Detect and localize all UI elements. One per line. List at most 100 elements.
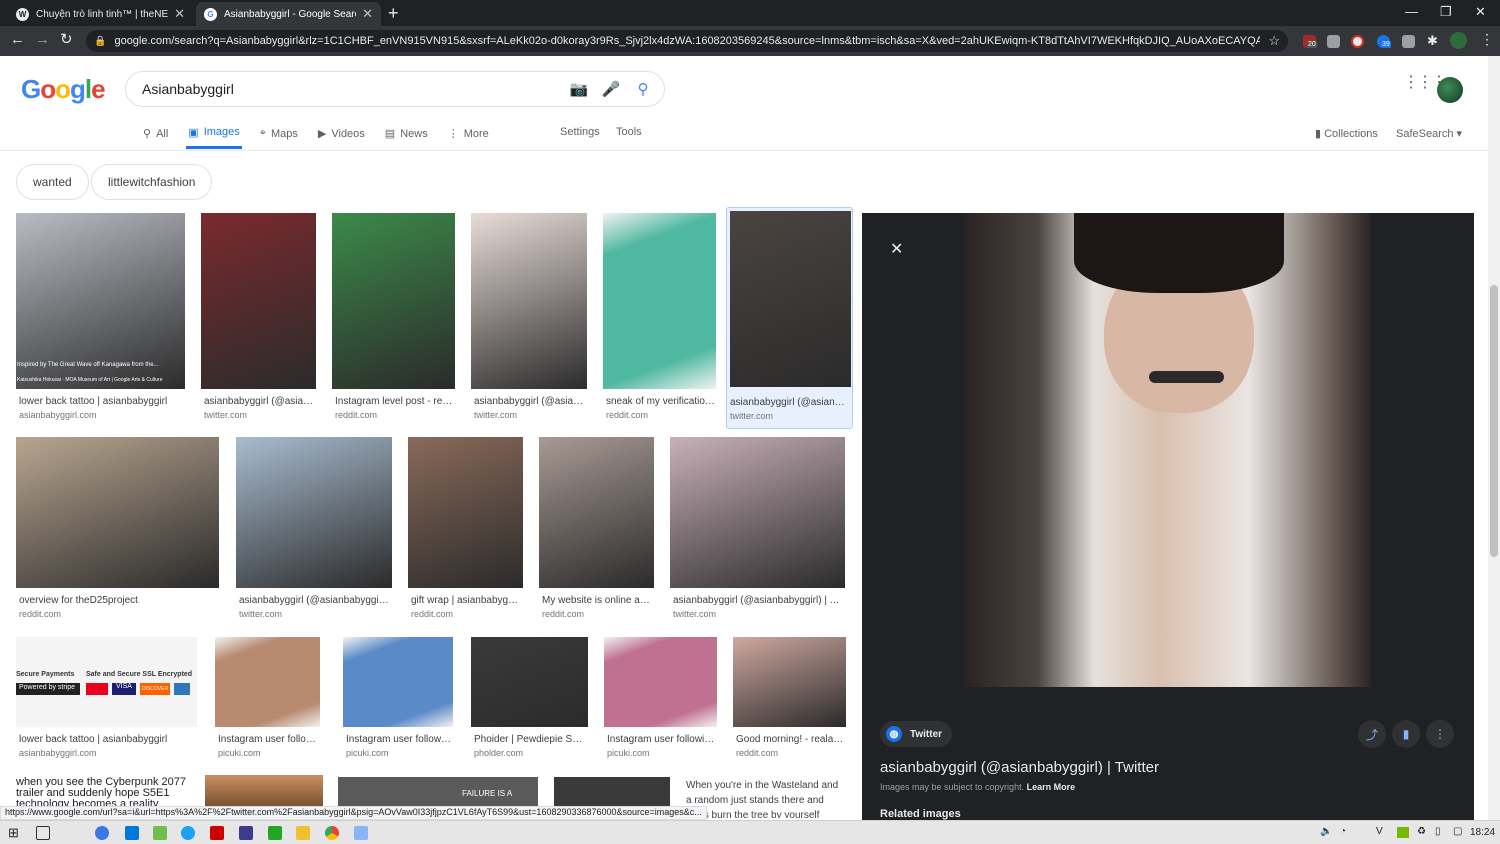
profile-avatar[interactable] [1450, 32, 1467, 49]
new-tab-button[interactable]: + [388, 3, 399, 24]
browser-tab-thenextvoz[interactable]: W Chuyện trò linh tinh™ | theNEXTv… ✕ [8, 2, 193, 26]
image-result-card[interactable]: Inspired by The Great Wave off Kanagawa … [16, 213, 185, 429]
result-title[interactable]: Instagram user followi… [218, 734, 319, 745]
windows-start-icon[interactable]: ⊞ [8, 825, 19, 841]
task-view-icon[interactable] [36, 826, 50, 840]
result-thumbnail[interactable] [408, 437, 523, 588]
file-explorer-icon[interactable] [296, 826, 310, 840]
tab-videos[interactable]: ▶ Videos [316, 118, 367, 149]
result-title[interactable]: My website is online an… [542, 595, 653, 606]
more-options-icon[interactable]: ⋮ [1426, 720, 1454, 748]
image-result-card[interactable]: asianbabyggirl (@asianbabyggirl) | Tw… tw… [670, 437, 845, 628]
result-thumbnail[interactable] [733, 637, 846, 727]
forward-arrow-icon[interactable]: → [35, 32, 50, 48]
result-title[interactable]: asianbabyggirl (@asian… [204, 396, 315, 407]
search-input[interactable]: Asianbabyggirl 📷 🎤 ⚲ [125, 71, 665, 107]
result-thumbnail[interactable] [236, 437, 392, 588]
result-title[interactable]: Instagram user followi… [607, 734, 716, 745]
app-icon[interactable] [181, 826, 195, 840]
app-icon[interactable] [153, 826, 167, 840]
tab-more[interactable]: ⋮ More [446, 118, 491, 149]
preview-title[interactable]: asianbabyggirl (@asianbabyggirl) | Twitt… [880, 759, 1159, 776]
app-icon[interactable] [354, 826, 368, 840]
camera-icon[interactable]: 📷 [568, 80, 590, 98]
image-result-card[interactable]: Phoider | Pewdiepie Sub… pholder.com [471, 637, 588, 767]
browser-tab-google-search[interactable]: G Asianbabyggirl - Google Search ✕ [196, 2, 381, 26]
result-thumbnail[interactable] [215, 637, 320, 727]
result-title[interactable]: gift wrap | asianbabygg… [411, 595, 522, 606]
result-thumbnail[interactable] [471, 637, 588, 727]
result-title[interactable]: lower back tattoo | asianbabyggirl [19, 396, 184, 407]
result-thumbnail[interactable] [670, 437, 845, 588]
wasteland-text-thumbnail[interactable]: When you're in the Wasteland and a rando… [686, 778, 846, 818]
site-chip[interactable]: ◍ Twitter [880, 721, 953, 747]
settings-link[interactable]: Settings [560, 126, 600, 138]
result-title[interactable]: lower back tattoo | asianbabyggirl [19, 734, 196, 745]
tray-icon[interactable]: ♻ [1417, 826, 1426, 837]
result-thumbnail[interactable]: Secure Payments Safe and Secure SSL Encry… [16, 637, 197, 727]
tab-maps[interactable]: ⌖ Maps [258, 118, 300, 149]
meme-text-thumbnail[interactable]: when you see the Cyberpunk 2077 trailer … [16, 777, 196, 807]
nvidia-icon[interactable] [1397, 827, 1409, 838]
vscode-icon[interactable] [125, 826, 139, 840]
chrome-icon[interactable] [325, 826, 339, 840]
share-icon[interactable]: ⤴ [1358, 720, 1386, 748]
result-title[interactable]: Phoider | Pewdiepie Sub… [474, 734, 587, 745]
image-result-card[interactable]: asianbabyggirl (@asian… twitter.com [471, 213, 587, 429]
result-thumbnail[interactable] [730, 211, 851, 387]
volume-icon[interactable]: 🔈 [1320, 826, 1332, 837]
close-tab-icon[interactable]: ✕ [174, 6, 185, 22]
tools-link[interactable]: Tools [616, 126, 642, 138]
menu-kebab-icon[interactable]: ⋮ [1480, 31, 1494, 48]
app-icon[interactable] [239, 826, 253, 840]
result-title[interactable]: asianbabyggirl (@asian… [474, 396, 586, 407]
close-tab-icon[interactable]: ✕ [362, 6, 373, 22]
tray-icon[interactable]: V [1376, 826, 1383, 837]
result-thumbnail[interactable] [539, 437, 654, 588]
system-clock[interactable]: 18:24 [1470, 827, 1495, 838]
image-result-card[interactable]: Instagram user followi… picuki.com [604, 637, 717, 767]
image-result-card[interactable]: asianbabyggirl (@asianbabyggirl)… twitter… [236, 437, 392, 628]
restore-icon[interactable]: ❐ [1440, 4, 1452, 20]
search-icon[interactable]: ⚲ [632, 80, 654, 98]
image-result-card[interactable]: Instagram user followi… picuki.com [215, 637, 320, 767]
result-thumbnail[interactable] [201, 213, 316, 389]
extension-icon[interactable] [1402, 35, 1415, 48]
tab-news[interactable]: ▤ News [383, 118, 430, 149]
result-thumbnail[interactable]: Inspired by The Great Wave off Kanagawa … [16, 213, 185, 389]
collections-link[interactable]: ▮ Collections [1315, 127, 1378, 140]
result-title[interactable]: sneak of my verificatio… [606, 396, 715, 407]
result-thumbnail[interactable] [343, 637, 453, 727]
result-title[interactable]: Instagram user followi… [346, 734, 452, 745]
tab-all[interactable]: ⚲ All [141, 118, 170, 149]
extension-icon[interactable] [1351, 35, 1364, 48]
result-thumbnail[interactable] [603, 213, 716, 389]
image-result-card[interactable]: My website is online an… reddit.com [539, 437, 654, 628]
image-result-card[interactable]: asianbabyggirl (@asian… twitter.com [726, 207, 853, 429]
result-title[interactable]: Instagram level post - rea… [335, 396, 454, 407]
reload-icon[interactable]: ↻ [60, 32, 73, 48]
image-result-card[interactable]: Instagram user followi… picuki.com [343, 637, 453, 767]
result-title[interactable]: overview for theD25project [19, 595, 218, 606]
result-title[interactable]: asianbabyggirl (@asianbabyggirl) | Tw… [673, 595, 844, 606]
safesearch-dropdown[interactable]: SafeSearch ▾ [1396, 127, 1462, 140]
image-result-card[interactable]: asianbabyggirl (@asian… twitter.com [201, 213, 316, 429]
image-result-card[interactable]: Good morning! - realasi… reddit.com [733, 637, 846, 767]
image-result-card[interactable]: sneak of my verificatio… reddit.com [603, 213, 716, 429]
minimize-icon[interactable]: — [1405, 4, 1418, 19]
image-result-card[interactable]: Instagram level post - rea… reddit.com [332, 213, 455, 429]
scrollbar-thumb[interactable] [1490, 285, 1498, 557]
image-result-card[interactable]: overview for theD25project reddit.com [16, 437, 219, 628]
app-icon[interactable] [268, 826, 282, 840]
back-arrow-icon[interactable]: ← [10, 32, 25, 48]
result-title[interactable]: asianbabyggirl (@asian… [730, 397, 847, 408]
result-thumbnail[interactable] [16, 437, 219, 588]
result-thumbnail[interactable] [471, 213, 587, 389]
result-title[interactable]: asianbabyggirl (@asianbabyggirl)… [239, 595, 391, 606]
image-result-card[interactable]: Secure Payments Safe and Secure SSL Encry… [16, 637, 197, 767]
app-icon[interactable] [210, 826, 224, 840]
image-thumbnail[interactable] [205, 775, 323, 807]
extension-icon[interactable] [1327, 35, 1340, 48]
related-chip[interactable]: littlewitchfashion [91, 164, 213, 200]
google-logo[interactable]: Google [21, 74, 106, 105]
